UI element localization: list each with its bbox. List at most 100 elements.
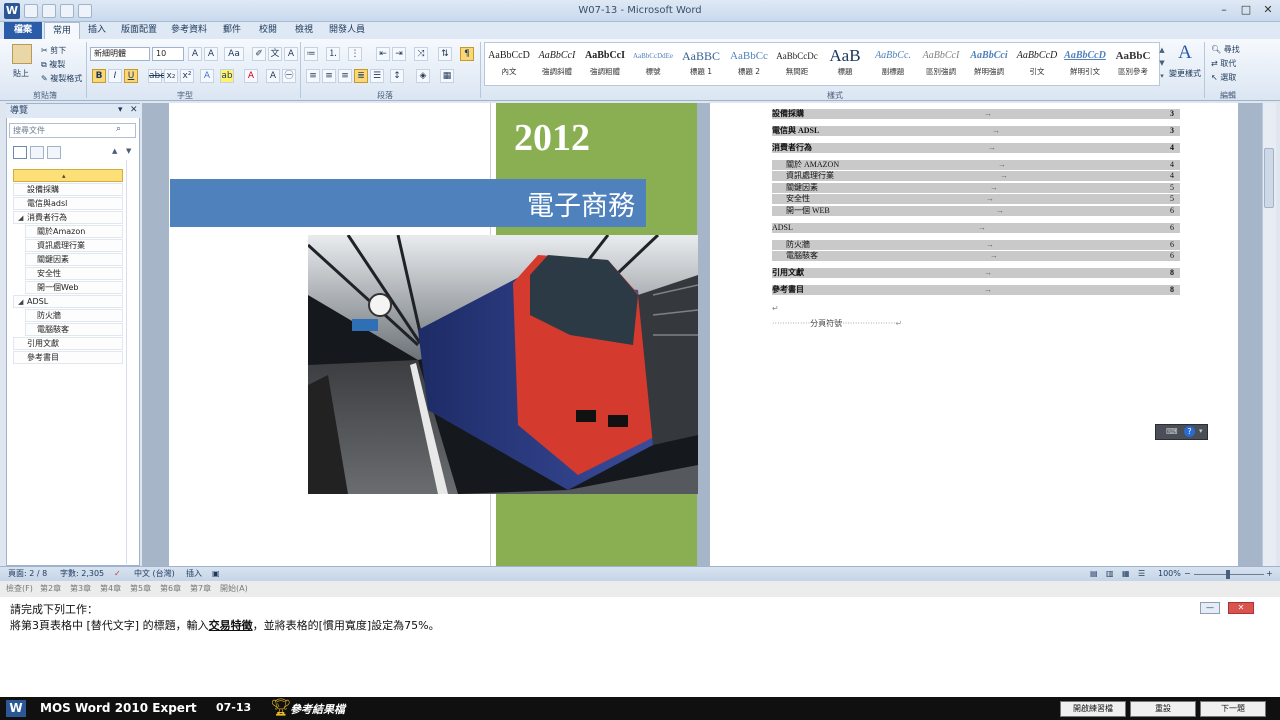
strip-item[interactable]: 檢查(F) xyxy=(6,581,33,597)
dropdown-icon[interactable]: ▾ xyxy=(1199,427,1203,435)
change-styles-button[interactable]: 變更樣式 xyxy=(1168,67,1202,80)
justify-icon[interactable]: ≣ xyxy=(354,69,368,83)
style-item[interactable]: AaBbCcI 強調斜體 xyxy=(534,46,580,77)
bullets-icon[interactable]: ≔ xyxy=(304,47,318,61)
nav-heading-item[interactable]: 設備採購 xyxy=(13,183,123,196)
font-size-select[interactable]: 10 xyxy=(152,47,184,61)
print-layout-view-icon[interactable]: ▤ xyxy=(1090,567,1098,581)
subscript-button[interactable]: x₂ xyxy=(164,69,178,83)
panel-minimize-icon[interactable]: — xyxy=(1200,602,1220,614)
sort-icon[interactable]: ⇅ xyxy=(438,47,452,61)
macro-record-icon[interactable]: ▣ xyxy=(212,567,220,581)
nav-next-icon[interactable]: ▼ xyxy=(126,147,131,155)
style-item[interactable]: AaBbCcD 鮮明引文 xyxy=(1062,46,1108,77)
scrollbar-thumb[interactable] xyxy=(1264,148,1274,208)
insert-mode[interactable]: 插入 xyxy=(186,567,202,581)
decrease-indent-icon[interactable]: ⇤ xyxy=(376,47,390,61)
toc-entry[interactable]: 資訊處理行業 → 4 xyxy=(772,171,1180,181)
style-item[interactable]: AaBbCci 鮮明強調 xyxy=(966,46,1012,77)
tab-insert[interactable]: 插入 xyxy=(82,22,112,39)
style-item[interactable]: AaBbCc. 副標題 xyxy=(870,46,916,77)
word-count[interactable]: 字數: 2,305 xyxy=(60,567,104,581)
nav-options-icon[interactable]: ▾ xyxy=(118,105,123,115)
save-icon[interactable] xyxy=(24,4,38,18)
toc-entry[interactable]: 引用文獻 → 8 xyxy=(772,268,1180,278)
nav-heading-item[interactable]: 參考書目 xyxy=(13,351,123,364)
nav-subheading-item[interactable]: 關鍵因素 xyxy=(25,253,123,266)
superscript-button[interactable]: x² xyxy=(180,69,194,83)
toc-entry[interactable]: 關鍵因素 → 5 xyxy=(772,183,1180,193)
web-layout-view-icon[interactable]: ▦ xyxy=(1122,567,1130,581)
tab-references[interactable]: 參考資料 xyxy=(166,22,212,39)
show-formatting-icon[interactable]: ¶ xyxy=(460,47,474,61)
redo-icon[interactable] xyxy=(60,4,74,18)
text-effects-icon[interactable]: A xyxy=(200,69,214,83)
expand-triangle-icon[interactable]: ◢ xyxy=(18,212,23,223)
nav-subheading-item[interactable]: 防火牆 xyxy=(25,309,123,322)
cover-title[interactable]: 電子商務 xyxy=(480,184,635,223)
italic-button[interactable]: I xyxy=(108,69,122,83)
zoom-in-icon[interactable]: + xyxy=(1266,567,1273,581)
nav-scrollbar[interactable] xyxy=(126,160,136,564)
font-name-select[interactable]: 新細明體 xyxy=(90,47,150,61)
cut-button[interactable]: ✂ 剪下 xyxy=(40,44,67,57)
grow-font-button[interactable]: A xyxy=(188,47,202,61)
phonetic-guide-icon[interactable]: 文 xyxy=(268,47,282,61)
keyboard-icon[interactable]: ⌨ xyxy=(1166,427,1178,436)
nav-prev-icon[interactable]: ▲ xyxy=(112,147,117,155)
font-color-icon[interactable]: A xyxy=(244,69,258,83)
nav-heading-item[interactable]: ◢ ADSL xyxy=(13,295,123,308)
align-center-icon[interactable]: ≡ xyxy=(322,69,336,83)
toc-entry[interactable]: 關於 AMAZON → 4 xyxy=(772,160,1180,170)
strip-item[interactable]: 第4章 xyxy=(100,581,121,597)
nav-subheading-item[interactable]: 開一個Web xyxy=(25,281,123,294)
nav-heading-item[interactable]: 電信與adsl xyxy=(13,197,123,210)
strip-item[interactable]: 開始(A) xyxy=(220,581,248,597)
toc-entry[interactable]: 電腦駭客 → 6 xyxy=(772,251,1180,261)
align-right-icon[interactable]: ≡ xyxy=(338,69,352,83)
underline-button[interactable]: U xyxy=(124,69,138,83)
distributed-icon[interactable]: ☰ xyxy=(370,69,384,83)
shrink-font-button[interactable]: A xyxy=(204,47,218,61)
style-item[interactable]: AaBbCcD 內文 xyxy=(486,46,532,77)
search-icon[interactable]: ⌕ xyxy=(116,124,121,134)
nav-close-icon[interactable]: ✕ xyxy=(130,105,138,115)
character-shading-icon[interactable]: A xyxy=(266,69,280,83)
highlight-icon[interactable]: ab xyxy=(220,69,234,83)
nav-heading-item[interactable]: ◢ 消費者行為 xyxy=(13,211,123,224)
reset-button[interactable]: 重設 xyxy=(1130,701,1196,717)
cover-year[interactable]: 2012 xyxy=(514,116,590,160)
style-item[interactable]: AaBbCcDc 無間距 xyxy=(774,46,820,77)
enclose-characters-icon[interactable]: ㊀ xyxy=(282,69,296,83)
paste-button[interactable]: 貼上 xyxy=(12,67,30,80)
panel-close-icon[interactable]: ✕ xyxy=(1228,602,1254,614)
tab-developer[interactable]: 開發人員 xyxy=(324,22,370,39)
gallery-scroll-icon[interactable]: ▲ ▼ ▾ xyxy=(1158,44,1166,84)
tab-file[interactable]: 檔案 xyxy=(4,22,42,39)
nav-subheading-item[interactable]: 安全性 xyxy=(25,267,123,280)
nav-subheading-item[interactable]: 資訊處理行業 xyxy=(25,239,123,252)
style-item[interactable]: AaBbCcD 引文 xyxy=(1014,46,1060,77)
toc-entry[interactable]: ADSL → 6 xyxy=(772,223,1180,233)
text-direction-icon[interactable]: ⤨ xyxy=(414,47,428,61)
style-item[interactable]: AaBbCc 標題 2 xyxy=(726,46,772,77)
strip-item[interactable]: 第3章 xyxy=(70,581,91,597)
page-break-marker[interactable]: ···············分頁符號·····················… xyxy=(772,318,902,329)
toc-entry[interactable]: 參考書目 → 8 xyxy=(772,285,1180,295)
proofing-icon[interactable]: ✓ xyxy=(114,567,121,581)
increase-indent-icon[interactable]: ⇥ xyxy=(392,47,406,61)
zoom-slider-handle[interactable] xyxy=(1226,570,1230,579)
align-left-icon[interactable]: ≡ xyxy=(306,69,320,83)
strip-item[interactable]: 第2章 xyxy=(40,581,61,597)
undo-icon[interactable] xyxy=(42,4,56,18)
copy-button[interactable]: ⧉ 複製 xyxy=(40,58,66,71)
expand-triangle-icon[interactable]: ◢ xyxy=(18,296,23,307)
full-screen-view-icon[interactable]: ▥ xyxy=(1106,567,1114,581)
new-document-icon[interactable] xyxy=(78,4,92,18)
tab-home[interactable]: 常用 xyxy=(44,22,80,39)
style-item[interactable]: AaBbC 區別參考 xyxy=(1110,46,1156,77)
character-border-icon[interactable]: A xyxy=(284,47,298,61)
tab-view[interactable]: 檢視 xyxy=(288,22,320,39)
paste-icon[interactable] xyxy=(12,44,32,64)
borders-icon[interactable]: ▦ xyxy=(440,69,454,83)
